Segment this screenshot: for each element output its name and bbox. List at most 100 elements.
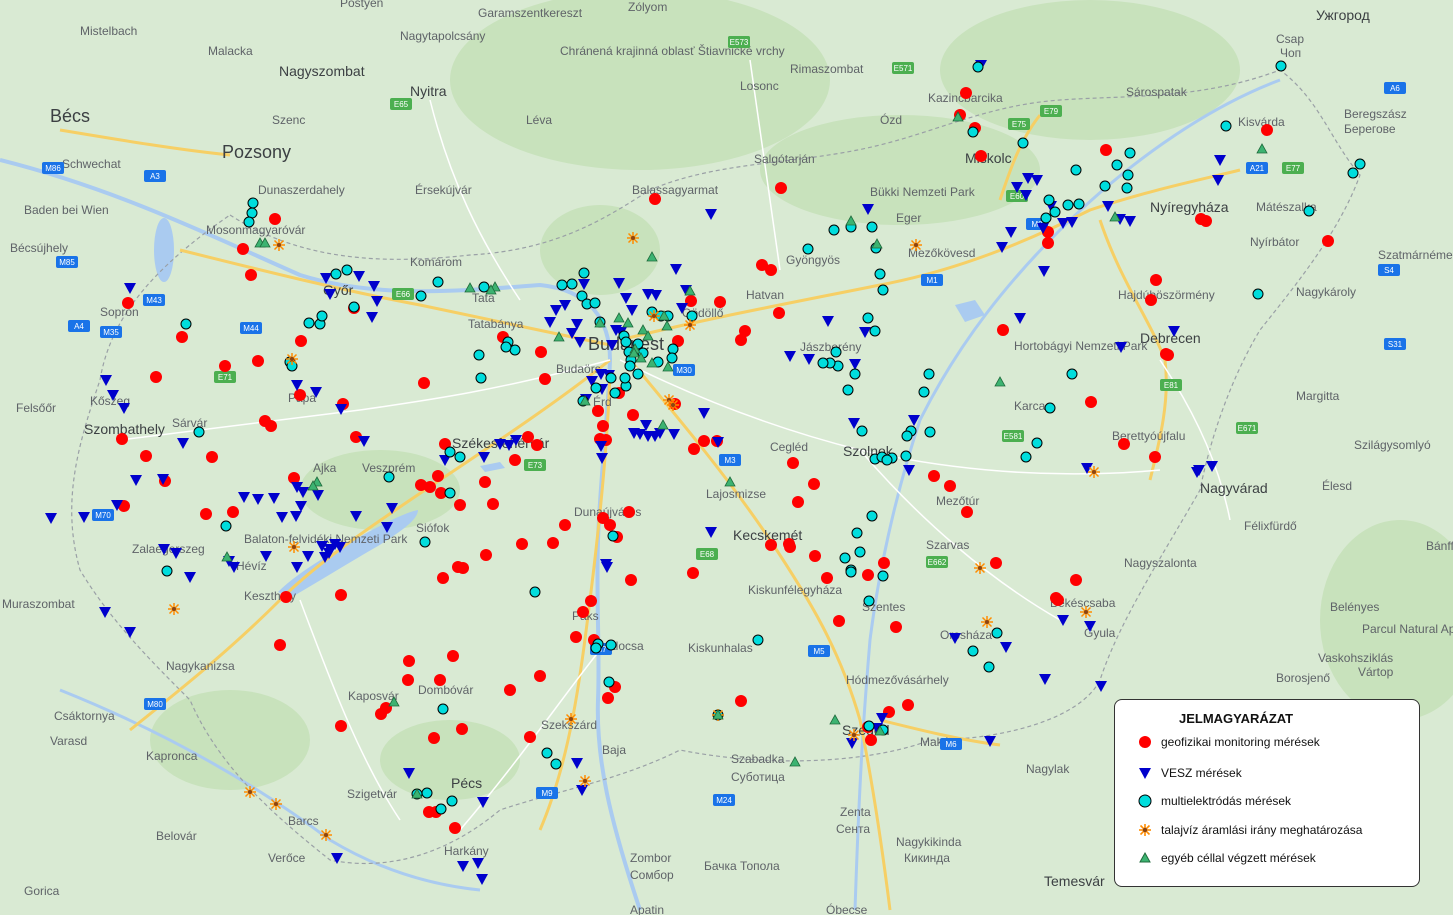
multi-marker[interactable] (509, 344, 521, 356)
geofizikai-marker[interactable] (688, 443, 700, 455)
geofizikai-marker[interactable] (522, 431, 534, 443)
geofizikai-marker[interactable] (602, 692, 614, 704)
geofizikai-marker[interactable] (714, 296, 726, 308)
multi-marker[interactable] (901, 430, 913, 442)
geofizikai-marker[interactable] (454, 499, 466, 511)
multi-marker[interactable] (437, 703, 449, 715)
vesz-marker[interactable] (268, 493, 280, 504)
geofizikai-marker[interactable] (1085, 396, 1097, 408)
vesz-marker[interactable] (1005, 227, 1017, 238)
multi-marker[interactable] (1062, 199, 1074, 211)
geofizikai-marker[interactable] (487, 498, 499, 510)
geofizikai-marker[interactable] (539, 373, 551, 385)
talajviz-marker[interactable] (168, 603, 180, 615)
multi-marker[interactable] (1031, 437, 1043, 449)
multi-marker[interactable] (1124, 147, 1136, 159)
talajviz-marker[interactable] (320, 829, 332, 841)
geofizikai-marker[interactable] (1150, 274, 1162, 286)
geofizikai-marker[interactable] (1052, 594, 1064, 606)
multi-marker[interactable] (193, 426, 205, 438)
geofizikai-marker[interactable] (335, 720, 347, 732)
vesz-marker[interactable] (100, 375, 112, 386)
vesz-marker[interactable] (784, 351, 796, 362)
multi-marker[interactable] (686, 310, 698, 322)
multi-marker[interactable] (316, 310, 328, 322)
multi-marker[interactable] (609, 387, 621, 399)
multi-marker[interactable] (541, 747, 553, 759)
vesz-marker[interactable] (626, 305, 638, 316)
talajviz-marker[interactable] (286, 353, 298, 365)
multi-marker[interactable] (1220, 120, 1232, 132)
geofizikai-marker[interactable] (295, 335, 307, 347)
multi-marker[interactable] (500, 341, 512, 353)
geofizikai-marker[interactable] (990, 557, 1002, 569)
multi-marker[interactable] (607, 530, 619, 542)
talajviz-marker[interactable] (270, 798, 282, 810)
vesz-marker[interactable] (544, 317, 556, 328)
geofizikai-marker[interactable] (457, 562, 469, 574)
talajviz-marker[interactable] (667, 399, 679, 411)
multi-marker[interactable] (1121, 182, 1133, 194)
vesz-marker[interactable] (705, 527, 717, 538)
multi-marker[interactable] (667, 343, 679, 355)
geofizikai-marker[interactable] (928, 470, 940, 482)
geofizikai-marker[interactable] (428, 732, 440, 744)
vesz-marker[interactable] (1014, 313, 1026, 324)
multi-marker[interactable] (415, 290, 427, 302)
multi-marker[interactable] (862, 312, 874, 324)
geofizikai-marker[interactable] (524, 731, 536, 743)
multi-marker[interactable] (845, 566, 857, 578)
vesz-marker[interactable] (803, 354, 815, 365)
geofizikai-marker[interactable] (1200, 215, 1212, 227)
geofizikai-marker[interactable] (531, 439, 543, 451)
geofizikai-marker[interactable] (432, 470, 444, 482)
vesz-marker[interactable] (1038, 266, 1050, 277)
egyeb-marker[interactable] (464, 282, 476, 293)
multi-marker[interactable] (863, 595, 875, 607)
multi-marker[interactable] (605, 372, 617, 384)
geofizikai-marker[interactable] (227, 506, 239, 518)
geofizikai-marker[interactable] (597, 420, 609, 432)
multi-marker[interactable] (566, 278, 578, 290)
multi-marker[interactable] (624, 360, 636, 372)
multi-marker[interactable] (1066, 368, 1078, 380)
geofizikai-marker[interactable] (1070, 574, 1082, 586)
geofizikai-marker[interactable] (604, 519, 616, 531)
talajviz-marker[interactable] (981, 616, 993, 628)
geofizikai-marker[interactable] (585, 595, 597, 607)
vesz-marker[interactable] (457, 861, 469, 872)
multi-marker[interactable] (180, 318, 192, 330)
talajviz-marker[interactable] (648, 310, 660, 322)
multi-marker[interactable] (550, 758, 562, 770)
multi-marker[interactable] (341, 264, 353, 276)
talajviz-marker[interactable] (684, 319, 696, 331)
geofizikai-marker[interactable] (516, 538, 528, 550)
geofizikai-marker[interactable] (784, 541, 796, 553)
multi-marker[interactable] (967, 126, 979, 138)
geofizikai-marker[interactable] (206, 451, 218, 463)
geofizikai-marker[interactable] (559, 519, 571, 531)
vesz-marker[interactable] (1057, 615, 1069, 626)
geofizikai-marker[interactable] (535, 346, 547, 358)
talajviz-marker[interactable] (1080, 606, 1092, 618)
egyeb-marker[interactable] (657, 419, 669, 430)
multi-marker[interactable] (432, 276, 444, 288)
egyeb-marker[interactable] (994, 376, 1006, 387)
multi-marker[interactable] (620, 336, 632, 348)
geofizikai-marker[interactable] (821, 572, 833, 584)
multi-marker[interactable] (967, 645, 979, 657)
multi-marker[interactable] (1073, 198, 1085, 210)
geofizikai-marker[interactable] (765, 264, 777, 276)
multi-marker[interactable] (983, 661, 995, 673)
geofizikai-marker[interactable] (623, 506, 635, 518)
geofizikai-marker[interactable] (265, 420, 277, 432)
multi-marker[interactable] (851, 527, 863, 539)
geofizikai-marker[interactable] (577, 606, 589, 618)
geofizikai-marker[interactable] (975, 150, 987, 162)
talajviz-marker[interactable] (627, 232, 639, 244)
geofizikai-marker[interactable] (509, 454, 521, 466)
multi-marker[interactable] (1252, 288, 1264, 300)
geofizikai-marker[interactable] (375, 708, 387, 720)
geofizikai-marker[interactable] (1261, 124, 1273, 136)
multi-marker[interactable] (446, 795, 458, 807)
